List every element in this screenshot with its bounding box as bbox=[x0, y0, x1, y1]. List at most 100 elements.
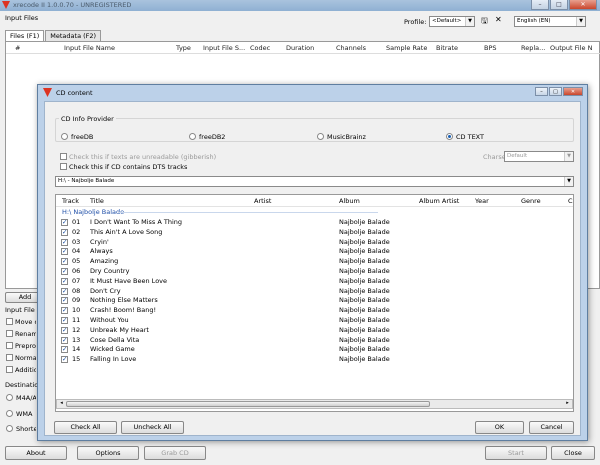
option-checkbox[interactable]: Preproc bbox=[6, 342, 36, 351]
provider-musicbrainz[interactable]: MusicBrainz bbox=[317, 133, 366, 141]
scroll-left-icon[interactable]: ◂ bbox=[57, 400, 66, 406]
profile-select-value: <Default> bbox=[432, 18, 462, 24]
column-header[interactable]: Codec bbox=[250, 44, 270, 52]
close-window-button[interactable]: ✕ bbox=[569, 0, 597, 10]
option-checkbox[interactable]: Additio bbox=[6, 366, 36, 375]
track-row[interactable]: 10 Crash! Boom! Bang! Najbolje Balade bbox=[56, 306, 573, 315]
cancel-button[interactable]: Cancel bbox=[529, 421, 574, 434]
dts-checkbox[interactable]: Check this if CD contains DTS tracks bbox=[60, 163, 187, 171]
track-row[interactable]: 04 Always Najbolje Balade bbox=[56, 247, 573, 256]
track-list[interactable]: Track Title Artist Album Album Artist Ye… bbox=[55, 194, 574, 412]
track-checkbox[interactable] bbox=[61, 287, 68, 295]
horizontal-scrollbar[interactable]: ◂ ▸ bbox=[56, 399, 573, 409]
track-checkbox[interactable] bbox=[61, 345, 68, 354]
track-checkbox[interactable] bbox=[61, 267, 68, 275]
scroll-right-icon[interactable]: ▸ bbox=[563, 400, 572, 406]
about-button[interactable]: About bbox=[5, 446, 67, 460]
charset-select[interactable]: Default ▼ bbox=[504, 151, 574, 162]
uncheck-all-button[interactable]: Uncheck All bbox=[121, 421, 184, 434]
track-row[interactable]: 05 Amazing Najbolje Balade bbox=[56, 257, 573, 266]
track-checkbox[interactable] bbox=[61, 257, 68, 266]
start-button[interactable]: Start bbox=[485, 446, 547, 460]
destination-radio[interactable]: M4A/A bbox=[6, 394, 36, 403]
close-dialog-button[interactable]: ✕ bbox=[563, 87, 583, 96]
options-button[interactable]: Options bbox=[77, 446, 139, 460]
provider-freedb2[interactable]: freeDB2 bbox=[189, 133, 225, 141]
provider-cdtext[interactable]: CD TEXT bbox=[446, 133, 484, 141]
track-checkbox[interactable] bbox=[61, 247, 68, 256]
column-header[interactable]: Album bbox=[339, 197, 360, 205]
language-select[interactable]: English (EN) ▼ bbox=[514, 16, 586, 27]
track-checkbox[interactable] bbox=[61, 306, 68, 315]
dialog-window-controls: – □ ✕ bbox=[535, 87, 583, 96]
track-checkbox[interactable] bbox=[61, 296, 68, 305]
destination-radio[interactable]: WMA bbox=[6, 410, 36, 419]
column-header[interactable]: BPS bbox=[484, 44, 497, 52]
track-row[interactable]: 12 Unbreak My Heart Najbolje Balade bbox=[56, 326, 573, 335]
option-checkbox[interactable]: Move o bbox=[6, 318, 36, 327]
check-all-button[interactable]: Check All bbox=[54, 421, 117, 434]
column-header[interactable]: Genre bbox=[521, 197, 541, 205]
track-checkbox[interactable] bbox=[61, 238, 68, 246]
track-row[interactable]: 08 Don't Cry Najbolje Balade bbox=[56, 287, 573, 296]
column-header[interactable]: # bbox=[15, 44, 20, 52]
option-label: Normal bbox=[15, 354, 36, 362]
column-header[interactable]: Type bbox=[176, 44, 191, 52]
track-checkbox[interactable] bbox=[61, 218, 68, 226]
track-checkbox[interactable] bbox=[61, 228, 68, 236]
track-row[interactable]: 09 Nothing Else Matters Najbolje Balade bbox=[56, 296, 573, 305]
destination-radio[interactable]: Shorten bbox=[6, 425, 36, 434]
dialog-title: CD content bbox=[56, 89, 93, 97]
column-header[interactable]: Channels bbox=[336, 44, 366, 52]
column-header[interactable]: Album Artist bbox=[419, 197, 459, 205]
column-header[interactable]: Artist bbox=[254, 197, 271, 205]
column-header[interactable]: C bbox=[568, 197, 573, 205]
column-header[interactable]: Repla... bbox=[521, 44, 545, 52]
track-row[interactable]: 03 Cryin' Najbolje Balade bbox=[56, 238, 573, 247]
delete-profile-icon[interactable]: ✕ bbox=[495, 15, 502, 24]
track-row[interactable]: 15 Falling In Love Najbolje Balade bbox=[56, 355, 573, 364]
track-row[interactable]: 06 Dry Country Najbolje Balade bbox=[56, 267, 573, 276]
provider-freedb[interactable]: freeDB bbox=[61, 133, 93, 141]
grab-cd-button[interactable]: Grab CD bbox=[144, 446, 206, 460]
gibberish-checkbox[interactable]: Check this if texts are unreadable (gibb… bbox=[60, 153, 216, 161]
maximize-button[interactable]: □ bbox=[550, 0, 568, 10]
profile-select[interactable]: <Default> ▼ bbox=[429, 16, 475, 27]
close-button[interactable]: Close bbox=[551, 446, 595, 460]
column-header[interactable]: Title bbox=[90, 197, 104, 205]
track-checkbox[interactable] bbox=[61, 336, 68, 344]
radio-icon bbox=[61, 133, 68, 140]
track-row[interactable]: 11 Without You Najbolje Balade bbox=[56, 316, 573, 325]
ok-button[interactable]: OK bbox=[475, 421, 524, 434]
track-checkbox[interactable] bbox=[61, 355, 68, 364]
column-header[interactable]: Duration bbox=[286, 44, 314, 52]
column-header[interactable]: Sample Rate bbox=[386, 44, 427, 52]
maximize-button[interactable]: □ bbox=[549, 87, 562, 96]
track-row[interactable]: 07 It Must Have Been Love Najbolje Balade bbox=[56, 276, 573, 286]
scroll-thumb[interactable] bbox=[66, 401, 430, 407]
option-checkbox[interactable]: Renam bbox=[6, 330, 36, 339]
column-header[interactable]: Input File S... bbox=[203, 44, 245, 52]
tab-metadata[interactable]: Metadata (F2) bbox=[45, 30, 102, 41]
track-checkbox[interactable] bbox=[61, 277, 68, 285]
column-header[interactable]: Output File N bbox=[550, 44, 592, 52]
option-checkbox[interactable]: Normal bbox=[6, 354, 36, 363]
column-header[interactable]: Year bbox=[475, 197, 489, 205]
column-header[interactable]: Bitrate bbox=[436, 44, 458, 52]
track-row[interactable]: 14 Wicked Game Najbolje Balade bbox=[56, 345, 573, 354]
track-number: 07 bbox=[72, 276, 81, 285]
minimize-button[interactable]: – bbox=[531, 0, 549, 10]
column-header[interactable]: Track bbox=[62, 197, 79, 205]
track-row[interactable]: 01 I Don't Want To Miss A Thing Najbolje B… bbox=[56, 218, 573, 227]
track-row[interactable]: 13 Cose Della Vita Najbolje Balade bbox=[56, 336, 573, 345]
cd-drive-select[interactable]: H:\ - Najbolje Balade ▼ bbox=[55, 176, 574, 187]
track-checkbox[interactable] bbox=[61, 316, 68, 324]
track-checkbox[interactable] bbox=[61, 326, 68, 334]
track-row[interactable]: 02 This Ain't A Love Song Najbolje Balade bbox=[56, 228, 573, 237]
save-profile-icon[interactable]: 🖫 bbox=[481, 15, 488, 29]
column-header[interactable]: Input File Name bbox=[64, 44, 115, 52]
track-number: 11 bbox=[72, 316, 81, 324]
minimize-button[interactable]: – bbox=[535, 87, 548, 96]
tab-files[interactable]: Files (F1) bbox=[5, 30, 45, 41]
track-title: Dry Country bbox=[90, 267, 130, 275]
